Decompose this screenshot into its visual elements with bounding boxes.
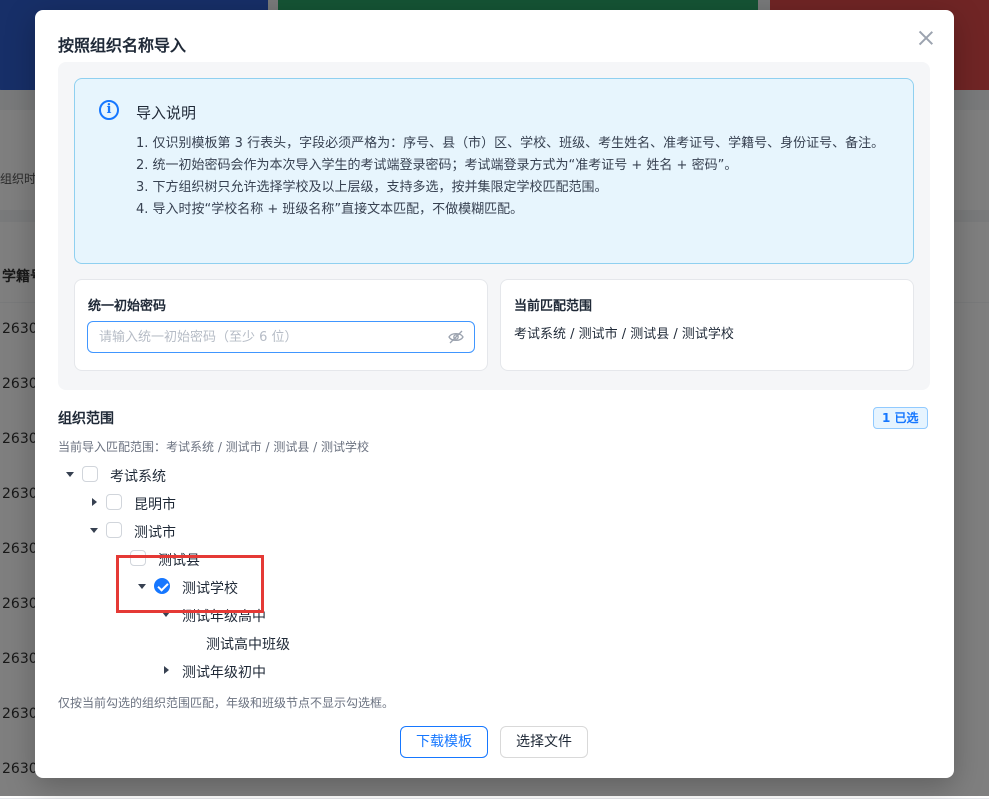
caret-down-icon[interactable]	[89, 525, 99, 535]
tree-node-label: 考试系统	[110, 469, 166, 485]
import-instructions: i 导入说明 1. 仅识别模板第 3 行表头，字段必须严格为：序号、县（市）区、…	[74, 78, 914, 264]
tree-node-label: 测试高中班级	[206, 637, 290, 653]
tree-node-label: 测试学校	[182, 581, 238, 597]
tree-checkbox-checked[interactable]	[154, 578, 170, 594]
password-input[interactable]	[87, 321, 475, 353]
selected-count-badge: 1 已选	[873, 407, 928, 429]
scope-label: 当前匹配范围	[514, 299, 593, 314]
instruction-item: 2. 统一初始密码会作为本次导入学生的考试端登录密码；考试端登录方式为“准考证号…	[136, 158, 738, 173]
select-file-button[interactable]: 选择文件	[500, 726, 588, 758]
tree-checkbox[interactable]	[106, 494, 122, 510]
scope-value: 考试系统 / 测试市 / 测试县 / 测试学校	[514, 327, 734, 342]
caret-down-icon[interactable]	[137, 581, 147, 591]
tree-node-label: 测试年级初中	[182, 665, 266, 681]
caret-right-icon[interactable]	[161, 665, 171, 675]
instruction-item: 4. 导入时按“学校名称 + 班级名称”直接文本匹配，不做模糊匹配。	[136, 202, 524, 217]
tree-node-label: 昆明市	[134, 497, 176, 513]
info-icon: i	[99, 100, 119, 120]
caret-down-icon[interactable]	[65, 469, 75, 479]
download-template-button[interactable]: 下载模板	[400, 726, 488, 758]
tree-node-label: 测试县	[158, 553, 200, 569]
instruction-item: 1. 仅识别模板第 3 行表头，字段必须严格为：序号、县（市）区、学校、班级、考…	[136, 136, 885, 151]
tree-checkbox[interactable]	[106, 522, 122, 538]
caret-down-icon[interactable]	[161, 609, 171, 619]
caret-right-icon[interactable]	[89, 497, 99, 507]
import-modal: 按照组织名称导入 i 导入说明 1. 仅识别模板第 3 行表头，字段必须严格为：…	[35, 10, 954, 778]
tree-node-label: 测试市	[134, 525, 176, 541]
org-scope-title: 组织范围	[58, 411, 114, 427]
password-card: 统一初始密码	[74, 279, 488, 371]
modal-title: 按照组织名称导入	[58, 36, 187, 55]
scope-card: 当前匹配范围 考试系统 / 测试市 / 测试县 / 测试学校	[500, 279, 914, 371]
org-scope-subtitle: 当前导入匹配范围：考试系统 / 测试市 / 测试县 / 测试学校	[58, 440, 370, 454]
tree-node-label: 测试年级高中	[182, 609, 266, 625]
instructions-title: 导入说明	[136, 104, 197, 122]
eye-off-icon[interactable]	[448, 330, 464, 344]
tree-checkbox[interactable]	[82, 466, 98, 482]
instructions-list: 1. 仅识别模板第 3 行表头，字段必须严格为：序号、县（市）区、学校、班级、考…	[136, 133, 896, 221]
password-label: 统一初始密码	[88, 299, 167, 314]
tree-checkbox[interactable]	[130, 550, 146, 566]
instruction-item: 3. 下方组织树只允许选择学校及以上层级，支持多选，按并集限定学校匹配范围。	[136, 180, 608, 195]
org-scope-footnote: 仅按当前勾选的组织范围匹配，年级和班级节点不显示勾选框。	[58, 696, 395, 710]
close-icon[interactable]	[916, 28, 936, 48]
